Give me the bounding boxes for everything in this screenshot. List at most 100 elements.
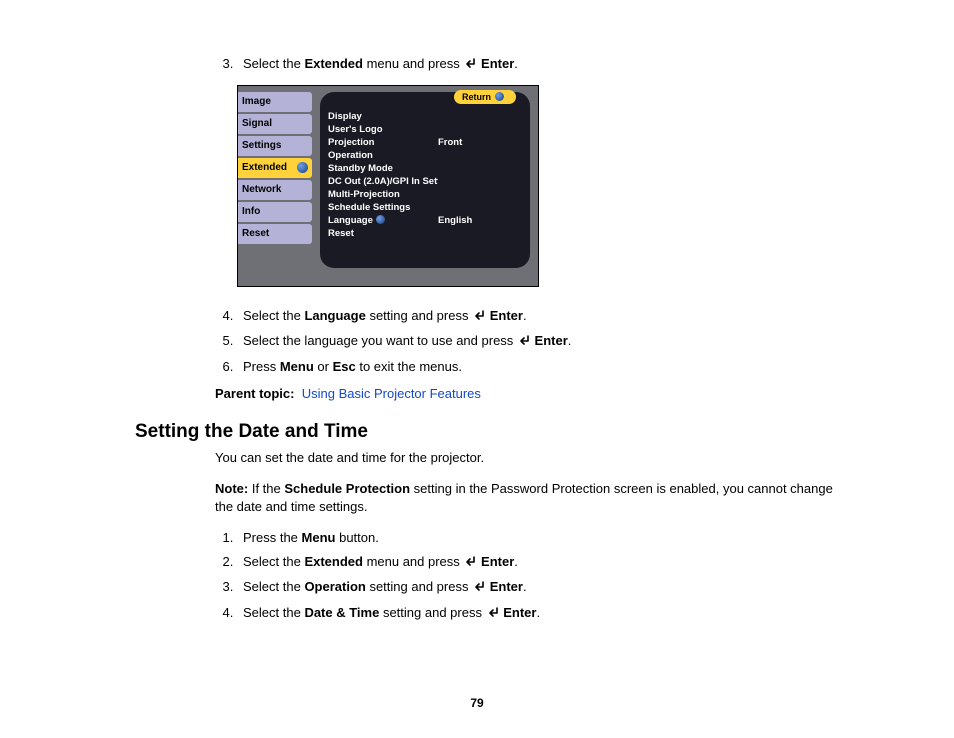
selected-dot-icon: [297, 162, 308, 173]
bold-text: Enter: [503, 605, 536, 620]
bold-text: Esc: [333, 359, 356, 374]
menu-row: DC Out (2.0A)/GPI In Settings: [328, 175, 522, 188]
menu-row: User's Logo: [328, 123, 522, 136]
enter-icon: [463, 57, 477, 75]
text: Select the language you want to use and …: [243, 333, 517, 348]
steps-list-c: Press the Menu button. Select the Extend…: [215, 529, 844, 623]
menu-key: Reset: [328, 227, 438, 240]
menu-key: Standby Mode: [328, 162, 438, 175]
text: Press the: [243, 530, 302, 545]
menu-key: Multi-Projection: [328, 188, 438, 201]
text: .: [514, 56, 518, 71]
menu-tab-image: Image: [238, 92, 312, 112]
tab-label: Reset: [242, 228, 269, 239]
bold-text: Menu: [302, 530, 336, 545]
content-column: You can set the date and time for the pr…: [215, 449, 844, 624]
menu-tab-network: Network: [238, 180, 312, 200]
menu-panel: Return Display User's Logo ProjectionFro…: [320, 92, 530, 268]
section-heading: Setting the Date and Time: [135, 421, 844, 443]
menu-row: Standby Mode: [328, 162, 522, 175]
text: If the: [248, 481, 284, 496]
step-item: Select the Extended menu and press Enter…: [237, 553, 844, 573]
tab-label: Image: [242, 96, 271, 107]
step-item: Select the Date & Time setting and press…: [237, 604, 844, 624]
dot-icon: [495, 92, 504, 101]
page-number: 79: [0, 696, 954, 710]
steps-list-a: Select the Extended menu and press Enter…: [215, 55, 844, 75]
menu-tab-settings: Settings: [238, 136, 312, 156]
document-page: Select the Extended menu and press Enter…: [0, 0, 954, 738]
bold-text: Enter: [481, 56, 514, 71]
menu-tab-signal: Signal: [238, 114, 312, 134]
menu-key: Projection: [328, 136, 438, 149]
text: to exit the menus.: [356, 359, 462, 374]
bold-text: Enter: [490, 308, 523, 323]
text: setting and press: [366, 308, 472, 323]
return-button: Return: [454, 90, 516, 104]
menu-rows: Display User's Logo ProjectionFront Oper…: [328, 110, 522, 240]
menu-value: [438, 149, 522, 162]
step-item: Select the Language setting and press En…: [237, 307, 844, 327]
menu-value: Front: [438, 136, 522, 149]
text: .: [536, 605, 540, 620]
menu-row: Operation: [328, 149, 522, 162]
note-label: Note:: [215, 481, 248, 496]
text: setting and press: [366, 579, 472, 594]
menu-tab-extended: Extended: [238, 158, 312, 178]
text: .: [523, 308, 527, 323]
enter-icon: [517, 334, 531, 352]
text: Select the: [243, 554, 304, 569]
menu-key: Display: [328, 110, 438, 123]
globe-icon: [376, 215, 385, 224]
menu-row: Reset: [328, 227, 522, 240]
content-column: Select the Extended menu and press Enter…: [215, 55, 844, 403]
menu-value: [438, 201, 522, 214]
enter-icon: [486, 606, 500, 624]
steps-list-b: Select the Language setting and press En…: [215, 307, 844, 376]
menu-value: [438, 175, 522, 188]
menu-value: [438, 123, 522, 136]
bold-text: Operation: [304, 579, 365, 594]
menu-screenshot: Image Signal Settings Extended Network I…: [237, 85, 539, 287]
intro-text: You can set the date and time for the pr…: [215, 449, 844, 467]
bold-text: Enter: [535, 333, 568, 348]
bold-text: Schedule Protection: [284, 481, 410, 496]
parent-topic: Parent topic: Using Basic Projector Feat…: [215, 385, 844, 403]
menu-value: [438, 162, 522, 175]
menu-row: Multi-Projection: [328, 188, 522, 201]
menu-key: Language: [328, 214, 438, 227]
tab-label: Extended: [242, 162, 287, 173]
step-item: Select the Operation setting and press E…: [237, 578, 844, 598]
bold-text: Date & Time: [304, 605, 379, 620]
menu-tabs: Image Signal Settings Extended Network I…: [238, 92, 312, 246]
menu-row: LanguageEnglish: [328, 214, 522, 227]
menu-key: User's Logo: [328, 123, 438, 136]
text: Select the: [243, 579, 304, 594]
text: .: [568, 333, 572, 348]
text: Select the: [243, 308, 304, 323]
enter-icon: [472, 580, 486, 598]
tab-label: Info: [242, 206, 260, 217]
tab-label: Settings: [242, 140, 281, 151]
return-label: Return: [462, 92, 491, 102]
menu-tab-info: Info: [238, 202, 312, 222]
tab-label: Network: [242, 184, 281, 195]
bold-text: Language: [304, 308, 365, 323]
parent-topic-label: Parent topic:: [215, 386, 294, 401]
bold-text: Menu: [280, 359, 314, 374]
text: setting and press: [379, 605, 485, 620]
parent-topic-link[interactable]: Using Basic Projector Features: [302, 386, 481, 401]
text: .: [514, 554, 518, 569]
menu-value: [438, 188, 522, 201]
bold-text: Enter: [481, 554, 514, 569]
bold-text: Extended: [304, 554, 363, 569]
enter-icon: [463, 555, 477, 573]
step-item: Press the Menu button.: [237, 529, 844, 547]
text: .: [523, 579, 527, 594]
menu-row: Schedule Settings: [328, 201, 522, 214]
note-paragraph: Note: If the Schedule Protection setting…: [215, 480, 844, 515]
menu-row: Display: [328, 110, 522, 123]
text: button.: [335, 530, 378, 545]
menu-key: Operation: [328, 149, 438, 162]
text: Select the: [243, 605, 304, 620]
